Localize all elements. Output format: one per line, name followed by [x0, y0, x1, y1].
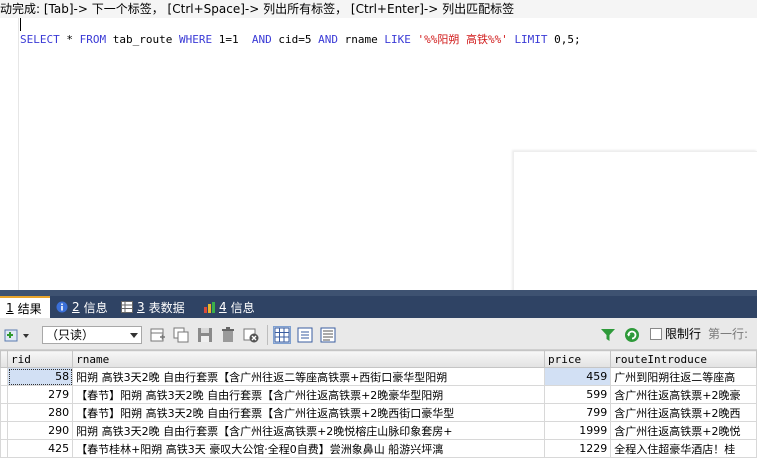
sql-keyword-and-2: AND: [318, 33, 338, 46]
tab-info-2-number: 4: [219, 300, 227, 314]
cell-price[interactable]: 799: [543, 403, 612, 422]
duplicate-row-icon[interactable]: [173, 327, 189, 343]
chart-icon: [203, 301, 215, 313]
sql-column: rname: [337, 33, 385, 46]
column-header-routeintroduce[interactable]: routeIntroduce: [610, 350, 757, 368]
cell-rid[interactable]: 280: [6, 403, 74, 422]
limit-rows-label: 限制行: [665, 327, 702, 341]
cell-routeintroduce[interactable]: 含广州往返高铁票+2晚豪: [610, 385, 757, 404]
tab-results-number: 1: [6, 301, 14, 315]
cell-price[interactable]: 1999: [543, 421, 612, 440]
tab-info-label: 信息: [83, 300, 108, 315]
result-grid: rid rname price routeIntroduce 58 阳朔 高铁3…: [0, 350, 757, 474]
cell-routeintroduce[interactable]: 广州到阳朔往返二等座高: [610, 367, 757, 386]
text-view-icon[interactable]: [320, 327, 336, 343]
cell-rid[interactable]: 290: [6, 421, 74, 440]
table-row[interactable]: 290 阳朔 高铁3天2晚 自由行套票【含广州往返高铁票+2晚悦榕庄山脉印象套房…: [0, 421, 757, 440]
cell-price[interactable]: 459: [543, 367, 612, 386]
cell-routeintroduce[interactable]: 全程入住超豪华酒店！桂: [610, 439, 757, 458]
save-icon[interactable]: [197, 327, 213, 343]
column-header-rname[interactable]: rname: [72, 350, 545, 368]
autocomplete-hint: 动完成: [Tab]-> 下一个标签， [Ctrl+Space]-> 列出所有标…: [0, 0, 757, 18]
text-caret: [20, 18, 21, 31]
tab-results-label: 结果: [17, 301, 42, 316]
sql-keyword-where: WHERE: [178, 33, 213, 46]
sql-table-name: tab_route: [106, 33, 179, 46]
chevron-down-icon: [130, 333, 138, 338]
table-icon: [121, 301, 133, 313]
column-header-rid[interactable]: rid: [6, 350, 74, 368]
result-mode-select[interactable]: （只读）: [42, 326, 142, 344]
cell-rname[interactable]: 【春节】阳朔 高铁3天2晚 自由行套票【含广州往返高铁票+2晚豪华型阳朔: [72, 385, 545, 404]
tab-table-data[interactable]: 3 表数据: [115, 296, 197, 318]
sql-keyword-limit: LIMIT: [514, 33, 548, 46]
sql-query-line[interactable]: SELECT * FROM tab_route WHERE 1=1 AND ci…: [20, 33, 581, 47]
refresh-icon[interactable]: [624, 327, 640, 343]
row-header-corner: [0, 350, 8, 368]
sql-keyword-from: FROM: [79, 33, 107, 46]
tab-info-number: 2: [72, 300, 80, 314]
sql-keyword-like: LIKE: [384, 33, 411, 46]
filter-icon[interactable]: [600, 327, 616, 343]
cell-routeintroduce[interactable]: 含广州往返高铁票+2晚悦: [610, 421, 757, 440]
cell-rname[interactable]: 【春节】阳朔 高铁3天2晚 自由行套票【含广州往返高铁票+2晚西街口豪华型: [72, 403, 545, 422]
tab-info[interactable]: 2 信息: [50, 296, 115, 318]
grid-view-icon[interactable]: [273, 326, 291, 344]
grid-header-row: rid rname price routeIntroduce: [0, 350, 757, 368]
export-dropdown-icon[interactable]: [22, 327, 30, 343]
autocomplete-popup: [513, 151, 757, 308]
row-header[interactable]: [0, 421, 8, 440]
tab-info-2[interactable]: 4 信息: [197, 296, 267, 318]
info-icon: [56, 301, 68, 313]
sql-keyword-select: SELECT: [20, 33, 60, 46]
cell-rname[interactable]: 阳朔 高铁3天2晚 自由行套票【含广州往返二等座高铁票+西街口豪华型阳朔: [72, 367, 545, 386]
table-row[interactable]: 280 【春节】阳朔 高铁3天2晚 自由行套票【含广州往返高铁票+2晚西街口豪华…: [0, 403, 757, 422]
cell-price[interactable]: 599: [543, 385, 612, 404]
cancel-changes-icon[interactable]: [243, 327, 259, 343]
cell-price[interactable]: 1229: [543, 439, 612, 458]
sql-like-pattern: '%%阳朔 高铁%%': [410, 33, 515, 46]
row-header[interactable]: [0, 367, 8, 386]
sql-star: *: [59, 33, 80, 46]
result-mode-value: （只读）: [46, 328, 95, 342]
cell-rname[interactable]: 阳朔 高铁3天2晚 自由行套票【含广州往返高铁票+2晚悦榕庄山脉印象套房+: [72, 421, 545, 440]
tab-table-data-label: 表数据: [148, 300, 185, 315]
sql-editor[interactable]: SELECT * FROM tab_route WHERE 1=1 AND ci…: [0, 18, 757, 308]
row-header[interactable]: [0, 385, 8, 404]
limit-rows-checkbox[interactable]: [650, 328, 662, 340]
table-row[interactable]: 279 【春节】阳朔 高铁3天2晚 自由行套票【含广州往返高铁票+2晚豪华型阳朔…: [0, 385, 757, 404]
table-row[interactable]: 58 阳朔 高铁3天2晚 自由行套票【含广州往返二等座高铁票+西街口豪华型阳朔 …: [0, 367, 757, 386]
first-row-label: 第一行:: [708, 327, 749, 341]
insert-row-icon[interactable]: [150, 327, 166, 343]
cell-rid[interactable]: 58: [6, 367, 74, 386]
table-row[interactable]: 425 【春节桂林+阳朔 高铁3天 豪叹大公馆·全程0自费】尝洲象鼻山 船游兴坪…: [0, 439, 757, 458]
cell-rid[interactable]: 425: [6, 439, 74, 458]
row-header[interactable]: [0, 403, 8, 422]
tab-results[interactable]: 1 结果: [0, 296, 50, 318]
cell-routeintroduce[interactable]: 含广州往返高铁票+2晚西: [610, 403, 757, 422]
result-toolbar: （只读） 限制行 第一行:: [0, 318, 757, 350]
delete-icon[interactable]: [220, 327, 236, 343]
sql-condition-2: cid=5: [271, 33, 319, 46]
tab-table-data-number: 3: [137, 300, 145, 314]
cell-rname[interactable]: 【春节桂林+阳朔 高铁3天 豪叹大公馆·全程0自费】尝洲象鼻山 船游兴坪漓: [72, 439, 545, 458]
export-icon[interactable]: [4, 327, 20, 343]
editor-gutter: [0, 18, 19, 290]
sql-condition-1: 1=1: [212, 33, 252, 46]
result-tabs: 1 结果 2 信息 3 表数据 4 信息: [0, 296, 757, 318]
form-view-icon[interactable]: [297, 327, 313, 343]
tab-info-2-label: 信息: [230, 300, 255, 315]
row-header[interactable]: [0, 439, 8, 458]
sql-keyword-and-1: AND: [251, 33, 272, 46]
cell-rid[interactable]: 279: [6, 385, 74, 404]
toolbar-separator: [267, 325, 268, 345]
sql-limit-value: 0,5;: [547, 33, 581, 46]
column-header-price[interactable]: price: [543, 350, 612, 368]
